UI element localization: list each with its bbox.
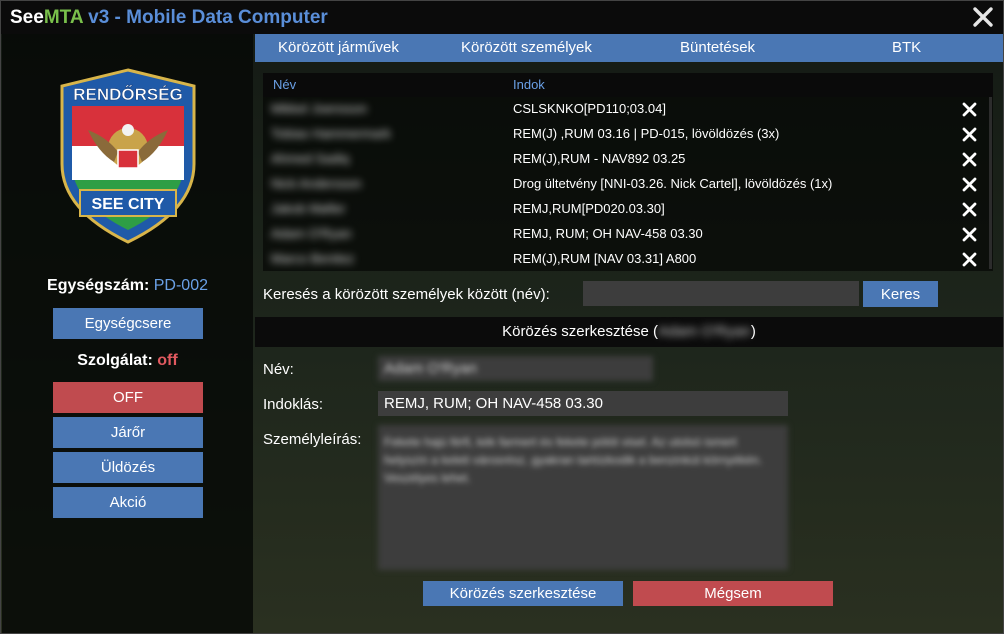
unit-value: PD-002 bbox=[153, 277, 208, 294]
row-reason: REM(J),RUM - NAV892 03.25 bbox=[513, 151, 686, 166]
table-row[interactable]: Jakob Møller REMJ,RUM[PD020.03.30] bbox=[263, 197, 993, 222]
table-row[interactable]: Mikkel Joensson CSLSKNKO[PD110;03.04] bbox=[263, 97, 993, 122]
tab-fines[interactable]: Büntetések bbox=[680, 34, 755, 62]
column-header-reason: Indok bbox=[513, 77, 545, 92]
table-row[interactable]: Adam O'Ryan REMJ, RUM; OH NAV-458 03.30 bbox=[263, 222, 993, 247]
name-field-label: Név: bbox=[263, 361, 294, 378]
badge-top-text: RENDŐRSÉG bbox=[73, 85, 183, 104]
edit-header: Körözés szerkesztése (Adam O'Ryan) bbox=[255, 317, 1003, 347]
description-field-label: Személyleírás: bbox=[263, 431, 362, 448]
title-bar: SeeMTA v3 - Mobile Data Computer bbox=[1, 1, 1003, 34]
tab-bar: Körözött járművek Körözött személyek Bün… bbox=[255, 34, 1003, 62]
status-off-button[interactable]: OFF bbox=[53, 382, 203, 413]
duty-status: Szolgálat: off bbox=[2, 352, 253, 370]
table-row[interactable]: Tobias Hammermark REM(J) ,RUM 03.16 | PD… bbox=[263, 122, 993, 147]
name-field[interactable]: Adam O'Ryan bbox=[378, 356, 653, 381]
table-header: Név Indok bbox=[263, 73, 993, 97]
row-name: Nick Andersson bbox=[271, 176, 362, 191]
title-see: See bbox=[10, 7, 44, 28]
row-name: Adam O'Ryan bbox=[271, 226, 352, 241]
edit-header-name: Adam O'Ryan bbox=[657, 323, 751, 340]
description-field[interactable]: Fekete hajú férfi, kék farmert és fekete… bbox=[378, 425, 788, 570]
status-patrol-button[interactable]: Járőr bbox=[53, 417, 203, 448]
table-row[interactable]: Ahmed Sadiq REM(J),RUM - NAV892 03.25 bbox=[263, 147, 993, 172]
row-name: Tobias Hammermark bbox=[271, 126, 391, 141]
table-row[interactable]: Nick Andersson Drog ültetvény [NNI-03.26… bbox=[263, 172, 993, 197]
tab-wanted-persons[interactable]: Körözött személyek bbox=[461, 34, 592, 62]
edit-header-suffix: ) bbox=[750, 323, 756, 340]
delete-row-icon[interactable] bbox=[961, 176, 978, 193]
row-name: Mikkel Joensson bbox=[271, 101, 368, 116]
row-reason: REM(J) ,RUM 03.16 | PD-015, lövöldözés (… bbox=[513, 126, 780, 141]
table-row[interactable]: Marco Benitez REM(J),RUM [NAV 03.31] A80… bbox=[263, 247, 993, 272]
delete-row-icon[interactable] bbox=[961, 226, 978, 243]
search-label: Keresés a körözött személyek között (név… bbox=[263, 286, 550, 303]
row-reason: REMJ, RUM; OH NAV-458 03.30 bbox=[513, 226, 703, 241]
close-icon[interactable] bbox=[972, 6, 994, 28]
cancel-button[interactable]: Mégsem bbox=[633, 581, 833, 606]
unit-label: Egységszám: bbox=[47, 277, 150, 294]
delete-row-icon[interactable] bbox=[961, 201, 978, 218]
edit-header-prefix: Körözés szerkesztése ( bbox=[502, 323, 658, 340]
wanted-persons-table: Név Indok Mikkel Joensson CSLSKNKO[PD110… bbox=[263, 73, 993, 271]
title-mta: MTA bbox=[43, 7, 83, 28]
mdc-window: SeeMTA v3 - Mobile Data Computer RENDŐRS… bbox=[0, 0, 1004, 634]
reason-field-label: Indoklás: bbox=[263, 396, 324, 413]
duty-value: off bbox=[157, 352, 178, 369]
save-wanted-button[interactable]: Körözés szerkesztése bbox=[423, 581, 623, 606]
row-reason: Drog ültetvény [NNI-03.26. Nick Cartel],… bbox=[513, 176, 833, 191]
row-reason: REM(J),RUM [NAV 03.31] A800 bbox=[513, 251, 697, 266]
delete-row-icon[interactable] bbox=[961, 101, 978, 118]
tab-btk[interactable]: BTK bbox=[892, 34, 921, 62]
status-pursuit-button[interactable]: Üldözés bbox=[53, 452, 203, 483]
unit-change-button[interactable]: Egységcsere bbox=[53, 308, 203, 339]
main-panel: Körözött járművek Körözött személyek Bün… bbox=[255, 34, 1003, 633]
tab-wanted-vehicles[interactable]: Körözött járművek bbox=[278, 34, 399, 62]
delete-row-icon[interactable] bbox=[961, 151, 978, 168]
duty-label: Szolgálat: bbox=[77, 352, 153, 369]
search-button[interactable]: Keres bbox=[863, 281, 938, 307]
status-action-button[interactable]: Akció bbox=[53, 487, 203, 518]
sidebar: RENDŐRSÉG SEE CITY Egységszám: PD-002 Eg… bbox=[2, 34, 253, 633]
delete-row-icon[interactable] bbox=[961, 251, 978, 268]
unit-number: Egységszám: PD-002 bbox=[2, 277, 253, 295]
row-name: Jakob Møller bbox=[271, 201, 346, 216]
row-reason: CSLSKNKO[PD110;03.04] bbox=[513, 101, 666, 116]
row-name: Marco Benitez bbox=[271, 251, 355, 266]
badge-bottom-text: SEE CITY bbox=[92, 196, 165, 213]
row-reason: REMJ,RUM[PD020.03.30] bbox=[513, 201, 665, 216]
reason-field[interactable]: REMJ, RUM; OH NAV-458 03.30 bbox=[378, 391, 788, 416]
search-input[interactable] bbox=[583, 281, 859, 306]
delete-row-icon[interactable] bbox=[961, 126, 978, 143]
column-header-name: Név bbox=[273, 77, 297, 92]
title-rest: v3 - Mobile Data Computer bbox=[82, 7, 328, 28]
police-badge-logo: RENDŐRSÉG SEE CITY bbox=[60, 68, 196, 244]
row-name: Ahmed Sadiq bbox=[271, 151, 350, 166]
window-title: SeeMTA v3 - Mobile Data Computer bbox=[10, 7, 328, 29]
